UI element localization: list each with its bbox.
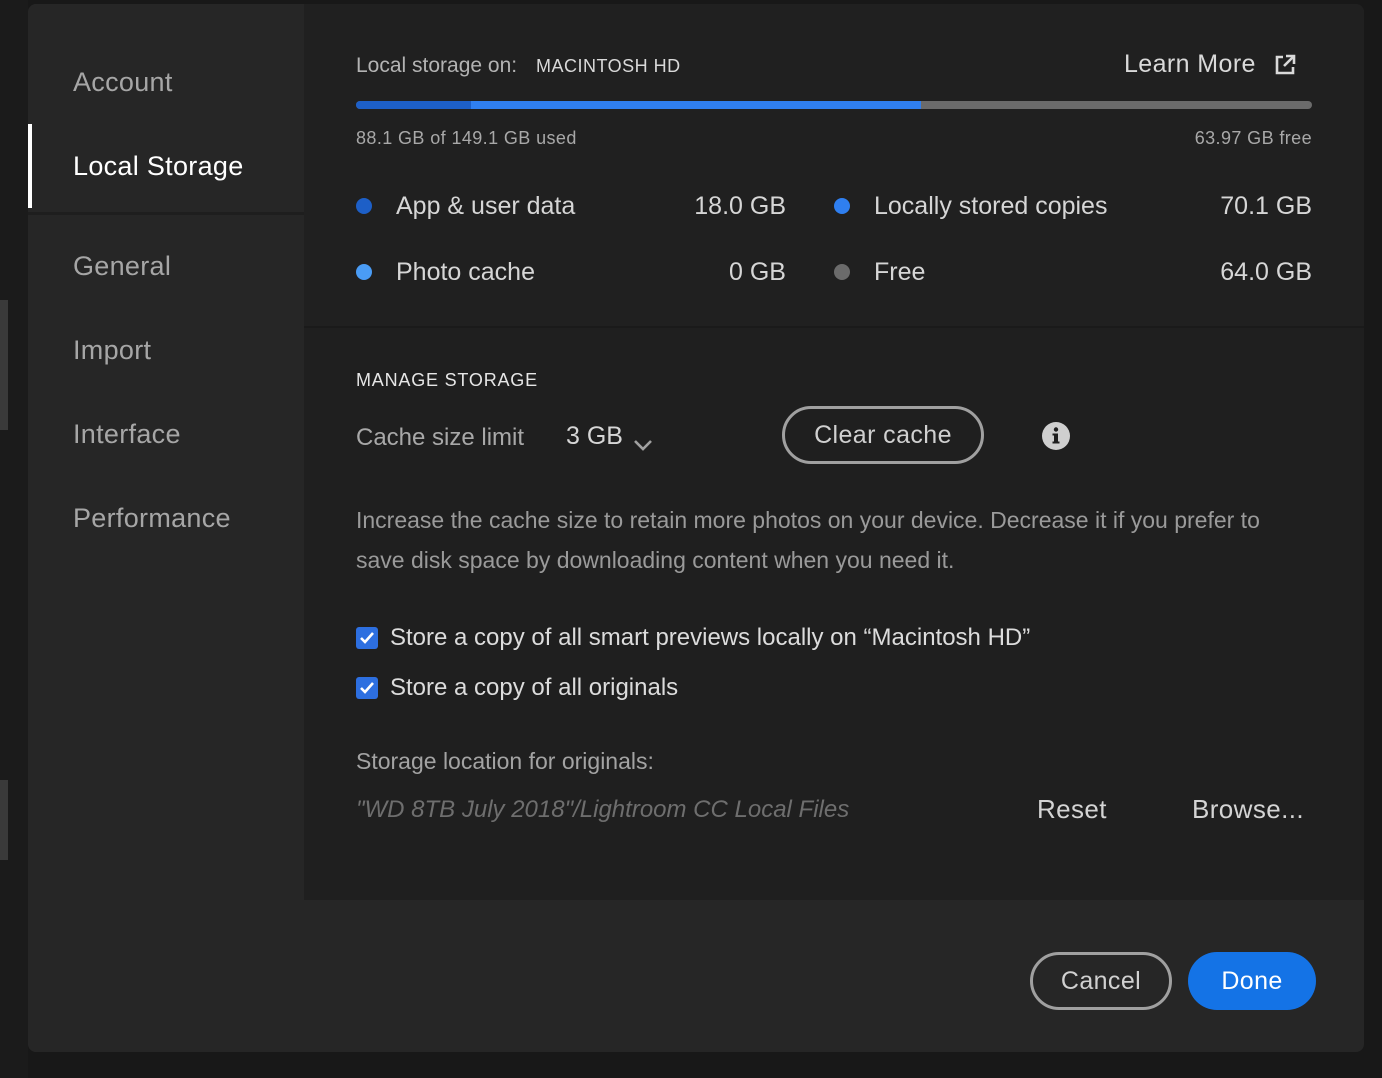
- learn-more-label: Learn More: [1124, 50, 1256, 78]
- sidebar-item-label: Performance: [73, 502, 231, 533]
- storage-bar-segment: [471, 101, 921, 109]
- sidebar-item-interface[interactable]: Interface: [28, 392, 304, 476]
- local-storage-panel: Local storage on: MACINTOSH HD Learn Mor…: [304, 4, 1364, 900]
- legend-item-photo-cache: Photo cache: [356, 252, 535, 292]
- legend-value: 18.0 GB: [694, 192, 786, 220]
- sidebar-divider: [28, 212, 304, 215]
- cancel-button[interactable]: Cancel: [1030, 952, 1172, 1010]
- legend-dot: [834, 198, 850, 214]
- legend-item-free: Free: [834, 252, 925, 292]
- disk-name: MACINTOSH HD: [536, 56, 681, 76]
- reset-button[interactable]: Reset: [1037, 794, 1107, 825]
- cache-size-value: 3 GB: [566, 422, 623, 450]
- smart-previews-checkbox[interactable]: [356, 627, 378, 649]
- legend-value: 64.0 GB: [1220, 258, 1312, 286]
- legend-value: 70.1 GB: [1220, 192, 1312, 220]
- cache-size-dropdown[interactable]: 3 GB: [566, 422, 653, 451]
- done-button[interactable]: Done: [1188, 952, 1316, 1010]
- storage-location-label: Storage location for originals:: [356, 748, 654, 774]
- storage-usage-bar: [356, 101, 1312, 109]
- sidebar-item-label: General: [73, 250, 172, 281]
- sidebar-item-label: Import: [73, 334, 152, 365]
- sidebar-item-local-storage[interactable]: Local Storage: [28, 124, 304, 208]
- sidebar-item-label: Interface: [73, 418, 181, 449]
- legend-label: Photo cache: [396, 257, 535, 286]
- sidebar-item-label: Local Storage: [73, 150, 244, 181]
- originals-checkbox[interactable]: [356, 677, 378, 699]
- free-storage-text: 63.97 GB free: [1194, 128, 1312, 148]
- legend-dot: [356, 198, 372, 214]
- preferences-sidebar: Account Local Storage General Import Int…: [28, 4, 304, 1052]
- sidebar-item-label: Account: [73, 66, 173, 97]
- browse-button[interactable]: Browse...: [1192, 794, 1304, 825]
- clear-cache-button[interactable]: Clear cache: [782, 406, 984, 464]
- learn-more-link[interactable]: Learn More: [1124, 50, 1296, 79]
- storage-summary: Local storage on: MACINTOSH HD Learn Mor…: [304, 4, 1364, 328]
- storage-bar-segment: [356, 101, 472, 109]
- legend-item-app-user-data: App & user data: [356, 186, 575, 226]
- sidebar-item-performance[interactable]: Performance: [28, 476, 304, 560]
- smart-previews-label: Store a copy of all smart previews local…: [390, 624, 1031, 651]
- info-icon[interactable]: [1042, 422, 1070, 450]
- storage-location-path: "WD 8TB July 2018"/Lightroom CC Local Fi…: [356, 796, 850, 823]
- smart-previews-checkbox-row[interactable]: Store a copy of all smart previews local…: [356, 624, 1030, 652]
- manage-storage-section: MANAGE STORAGE Cache size limit 3 GB Cle…: [304, 330, 1364, 900]
- sidebar-item-account[interactable]: Account: [28, 40, 304, 124]
- sidebar-item-import[interactable]: Import: [28, 308, 304, 392]
- external-link-icon: [1274, 54, 1296, 76]
- sidebar-item-general[interactable]: General: [28, 224, 304, 308]
- legend-value: 0 GB: [729, 258, 786, 286]
- preferences-dialog: Account Local Storage General Import Int…: [28, 4, 1364, 1052]
- local-storage-label: Local storage on:: [356, 54, 518, 77]
- legend-label: Free: [874, 257, 926, 286]
- originals-label: Store a copy of all originals: [390, 674, 679, 701]
- legend-item-locally-stored-copies: Locally stored copies: [834, 186, 1107, 226]
- used-storage-text: 88.1 GB of 149.1 GB used: [356, 128, 577, 148]
- originals-checkbox-row[interactable]: Store a copy of all originals: [356, 674, 678, 702]
- cache-size-label: Cache size limit: [356, 424, 525, 451]
- backdrop-strip: [0, 780, 8, 860]
- backdrop-strip: [0, 300, 8, 430]
- chevron-down-icon: [633, 430, 653, 451]
- legend-dot: [356, 264, 372, 280]
- manage-storage-heading: MANAGE STORAGE: [356, 370, 538, 390]
- legend-label: Locally stored copies: [874, 191, 1108, 220]
- cache-description: Increase the cache size to retain more p…: [356, 507, 1260, 573]
- legend-dot: [834, 264, 850, 280]
- legend-label: App & user data: [396, 191, 576, 220]
